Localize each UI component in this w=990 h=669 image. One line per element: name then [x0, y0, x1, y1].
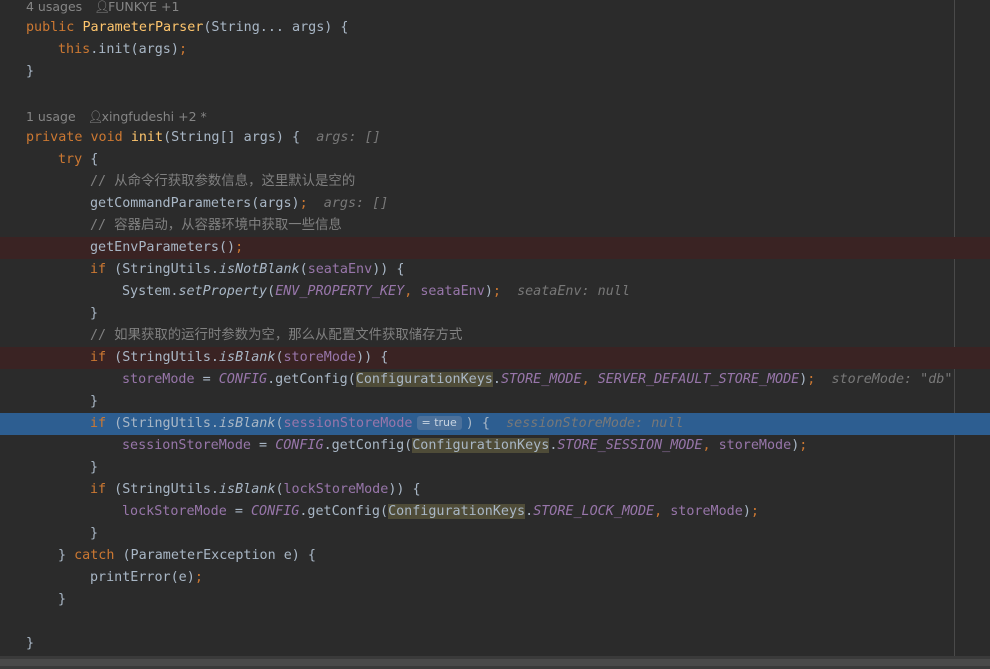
code-comment: // 从命令行获取参数信息，这里默认是空的: [90, 174, 356, 189]
code-comment-line[interactable]: // 如果获取的运行时参数为空，那么从配置文件获取储存方式: [0, 325, 990, 347]
code-line[interactable]: this.init(args);: [0, 39, 990, 61]
code-line[interactable]: }: [0, 61, 990, 83]
inline-debug-hint: sessionStoreMode: null: [506, 416, 684, 431]
code-line[interactable]: getCommandParameters(args); args: []: [0, 193, 990, 215]
usages-link[interactable]: 4 usages: [26, 0, 82, 14]
person-icon: 👤︎: [87, 109, 104, 124]
inline-debug-hint: seataEnv: null: [517, 284, 630, 299]
inline-debug-hint: args: []: [316, 130, 381, 145]
code-line-breakpoint[interactable]: getEnvParameters();: [0, 237, 990, 259]
code-line[interactable]: }: [0, 391, 990, 413]
code-line[interactable]: } catch (ParameterException e) {: [0, 545, 990, 567]
person-icon: 👤︎: [94, 0, 110, 14]
highlighted-identifier: ConfigurationKeys: [412, 438, 550, 453]
highlighted-identifier: ConfigurationKeys: [355, 372, 493, 387]
code-line[interactable]: }: [0, 589, 990, 611]
keyword: public: [26, 20, 75, 35]
inline-debug-hint: storeMode: "db": [831, 372, 953, 387]
method-name: init: [130, 130, 164, 145]
code-vision-usages-line: 4 usages 👤︎ FUNKYE +1: [0, 0, 990, 18]
code-line[interactable]: try {: [0, 149, 990, 171]
code-line[interactable]: }: [0, 523, 990, 545]
constructor-name: ParameterParser: [82, 20, 204, 35]
horizontal-scrollbar[interactable]: [0, 656, 990, 669]
code-line-breakpoint[interactable]: if (StringUtils.isBlank(storeMode)) {: [0, 347, 990, 369]
code-comment-line[interactable]: // 从命令行获取参数信息，这里默认是空的: [0, 171, 990, 193]
code-vision-usages-line: 1 usage 👤︎ xingfudeshi +2 *: [0, 106, 990, 128]
code-line[interactable]: sessionStoreMode = CONFIG.getConfig(Conf…: [0, 435, 990, 457]
code-line[interactable]: printError(e);: [0, 567, 990, 589]
code-line[interactable]: if (StringUtils.isNotBlank(seataEnv)) {: [0, 259, 990, 281]
highlighted-identifier: ConfigurationKeys: [388, 504, 526, 519]
inline-debug-hint: args: []: [323, 196, 389, 211]
code-line[interactable]: storeMode = CONFIG.getConfig(Configurati…: [0, 369, 990, 391]
inline-value-badge[interactable]: = true: [416, 416, 462, 430]
code-line[interactable]: private void init(String[] args) { args:…: [0, 127, 990, 149]
code-line[interactable]: lockStoreMode = CONFIG.getConfig(Configu…: [0, 501, 990, 523]
code-comment: // 容器启动，从容器环境中获取一些信息: [90, 218, 342, 233]
usages-link[interactable]: 1 usage: [26, 109, 76, 124]
code-line[interactable]: }: [0, 633, 990, 655]
code-editor[interactable]: 4 usages 👤︎ FUNKYE +1 public ParameterPa…: [0, 0, 990, 656]
code-line[interactable]: }: [0, 457, 990, 479]
code-line[interactable]: System.setProperty(ENV_PROPERTY_KEY, sea…: [0, 281, 990, 303]
code-line[interactable]: if (StringUtils.isBlank(lockStoreMode)) …: [0, 479, 990, 501]
code-comment-line[interactable]: // 容器启动，从容器环境中获取一些信息: [0, 215, 990, 237]
code-line-execution-point[interactable]: if (StringUtils.isBlank(sessionStoreMode…: [0, 413, 990, 435]
author-label[interactable]: FUNKYE +1: [108, 0, 179, 14]
author-label[interactable]: xingfudeshi +2 *: [102, 109, 207, 124]
code-line[interactable]: public ParameterParser(String... args) {: [0, 17, 990, 39]
code-comment: // 如果获取的运行时参数为空，那么从配置文件获取储存方式: [90, 328, 463, 343]
code-line[interactable]: }: [0, 303, 990, 325]
scrollbar-thumb[interactable]: [0, 659, 990, 666]
